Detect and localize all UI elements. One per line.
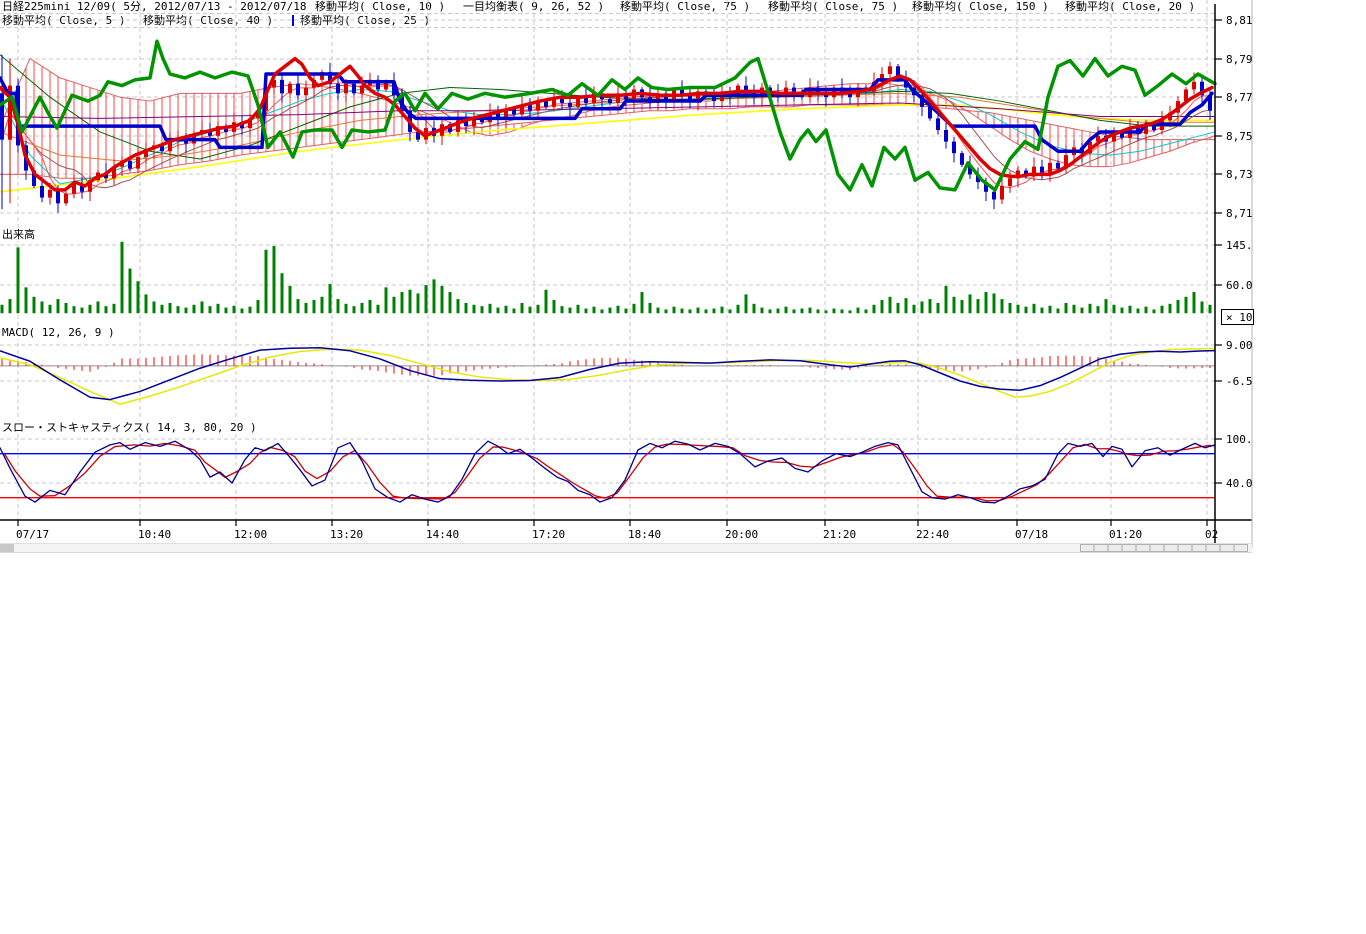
- svg-text:40.0: 40.0: [1226, 477, 1253, 490]
- svg-text:10:40: 10:40: [138, 528, 171, 541]
- volume-panel-label: 出来高: [2, 228, 35, 241]
- svg-text:01:20: 01:20: [1109, 528, 1142, 541]
- macd-panel-label: MACD( 12, 26, 9 ): [2, 326, 115, 339]
- svg-text:8,81: 8,81: [1226, 14, 1253, 27]
- svg-text:8,79: 8,79: [1226, 53, 1253, 66]
- svg-text:17:20: 17:20: [532, 528, 565, 541]
- svg-text:22:40: 22:40: [916, 528, 949, 541]
- svg-text:9.00: 9.00: [1226, 339, 1253, 352]
- svg-text:8,73: 8,73: [1226, 168, 1253, 181]
- svg-text:07/17: 07/17: [16, 528, 49, 541]
- svg-text:12:00: 12:00: [234, 528, 267, 541]
- stoch-panel-label: スロー・ストキャスティクス( 14, 3, 80, 20 ): [2, 421, 257, 434]
- scrollbar-thumb[interactable]: [1080, 544, 1248, 552]
- svg-text:18:40: 18:40: [628, 528, 661, 541]
- price-chart-canvas[interactable]: 8,81 8,79 8,77 8,75 8,73 8,71 145. 60.0 9.00 -6.5…: [0, 0, 1366, 934]
- svg-text:8,75: 8,75: [1226, 130, 1253, 143]
- svg-text:-6.5: -6.5: [1226, 375, 1253, 388]
- svg-text:8,71: 8,71: [1226, 207, 1253, 220]
- scrollbar-left-button[interactable]: [0, 544, 14, 552]
- svg-text:13:20: 13:20: [330, 528, 363, 541]
- svg-text:07/18: 07/18: [1015, 528, 1048, 541]
- horizontal-scrollbar[interactable]: [0, 543, 1252, 553]
- svg-text:8,77: 8,77: [1226, 91, 1253, 104]
- svg-text:14:40: 14:40: [426, 528, 459, 541]
- svg-text:145.: 145.: [1226, 239, 1253, 252]
- chart-window: 日経225mini 12/09( 5分, 2012/07/13 - 2012/0…: [0, 0, 1366, 934]
- svg-text:20:00: 20:00: [725, 528, 758, 541]
- svg-text:02: 02: [1205, 528, 1218, 541]
- svg-text:21:20: 21:20: [823, 528, 856, 541]
- svg-text:100.: 100.: [1226, 433, 1253, 446]
- svg-text:× 10: × 10: [1226, 311, 1253, 324]
- svg-text:60.0: 60.0: [1226, 279, 1253, 292]
